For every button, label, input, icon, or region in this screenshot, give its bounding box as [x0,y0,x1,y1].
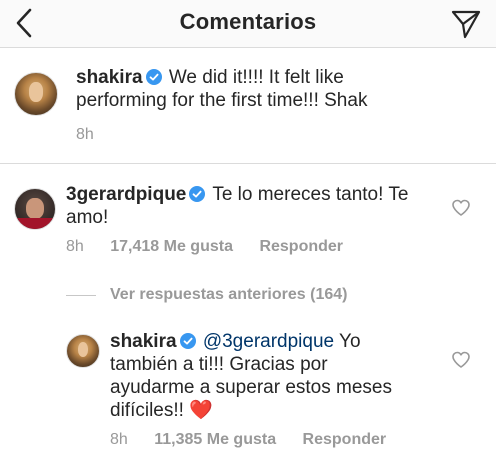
reply-line-2: también a ti!!! Gracias por [110,354,328,375]
divider [66,294,96,296]
comment-text: 3gerardpique Te lo mereces tanto! Te amo… [66,183,446,229]
post-caption: shakira We did it!!!! It felt like perfo… [0,49,496,164]
reply-username[interactable]: shakira [110,331,177,352]
verified-badge-icon [145,69,162,85]
caption-line-1: We did it!!!! It felt like [168,67,344,88]
reply-likes[interactable]: 11,385 Me gusta [154,431,276,448]
reply-button[interactable]: Responder [259,238,343,255]
reply-line-1: Yo [339,331,361,352]
top-bar: Comentarios [0,0,496,48]
like-heart-icon[interactable] [451,350,471,370]
caption-meta: 8h [76,126,116,144]
direct-send-icon [451,10,481,39]
comment-line-1: Te lo mereces tanto! Te [212,184,409,205]
reply-meta: 8h 11,385 Me gusta Responder [110,431,408,449]
reply-button[interactable]: Responder [303,431,387,448]
comment-meta: 8h 17,418 Me gusta Responder [66,238,365,256]
avatar[interactable] [14,72,58,116]
comment-likes[interactable]: 17,418 Me gusta [110,238,233,255]
like-heart-icon[interactable] [451,198,471,218]
caption-username[interactable]: shakira [76,67,143,88]
comment-line-2: amo! [66,207,109,228]
reply-line-3: ayudarme a superar estos meses [110,377,392,398]
reply-line-4: difíciles!! [110,400,184,421]
avatar[interactable] [14,188,56,230]
caption-text: shakira We did it!!!! It felt like perfo… [76,66,476,112]
mention-link[interactable]: @3gerardpique [203,331,334,352]
verified-badge-icon [179,333,196,349]
reply-time: 8h [110,431,128,448]
view-replies-label: Ver respuestas anteriores (164) [110,286,348,303]
avatar[interactable] [66,334,100,368]
verified-badge-icon [189,186,206,202]
comment-time: 8h [66,238,84,255]
caption-line-2: performing for the first time!!! Shak [76,90,368,111]
red-heart-emoji: ❤️ [189,400,213,421]
comment-username[interactable]: 3gerardpique [66,184,186,205]
view-previous-replies[interactable]: Ver respuestas anteriores (164) [66,286,347,304]
share-button[interactable] [448,6,484,42]
page-title: Comentarios [179,9,317,34]
caption-time: 8h [76,126,94,143]
reply-text: shakira @3gerardpique Yo también a ti!!!… [110,330,440,422]
